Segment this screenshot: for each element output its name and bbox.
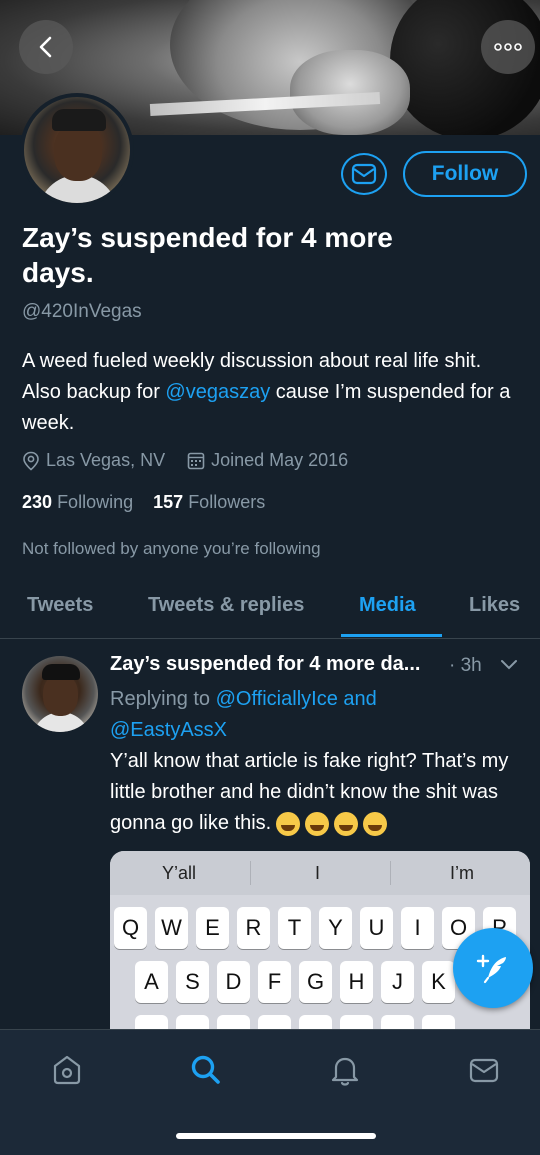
messages-icon [469, 1058, 499, 1083]
key: J [381, 961, 414, 1003]
tweet-text: Y’all know that article is fake right? T… [110, 750, 509, 836]
following-link[interactable]: 230 Following [22, 492, 133, 512]
not-followed-notice: Not followed by anyone you’re following [22, 539, 321, 558]
nav-notifications[interactable] [325, 1050, 365, 1090]
notifications-icon [331, 1057, 359, 1086]
location-text: Las Vegas, NV [46, 450, 166, 470]
replying-to: Replying to @OfficiallyIce and @EastyAss… [110, 688, 377, 741]
key: A [135, 961, 168, 1003]
suggestion: Y’all [162, 863, 197, 883]
profile-handle: @420InVegas [22, 301, 142, 322]
key: F [258, 961, 291, 1003]
laughing-emoji-icon [363, 811, 388, 836]
compose-tweet-button[interactable] [453, 928, 533, 1008]
chevron-down-icon[interactable] [500, 659, 518, 671]
tab-tweets-replies[interactable]: Tweets & replies [148, 594, 304, 617]
profile-name: Zay’s suspended for 4 more days. [22, 222, 393, 288]
search-icon [191, 1055, 220, 1084]
crying-emoji-icon [334, 811, 359, 836]
tweet-time: · 3h [449, 655, 482, 676]
tweet-avatar[interactable] [22, 656, 98, 732]
key: Y [319, 907, 352, 949]
follow-button[interactable]: Follow [403, 151, 527, 197]
tab-likes[interactable]: Likes [469, 594, 520, 617]
bio-mention-link[interactable]: @vegaszay [165, 381, 270, 403]
key: G [299, 961, 332, 1003]
follow-counts: 230 Following 157 Followers [22, 492, 265, 513]
back-arrow-icon [39, 36, 52, 58]
home-indicator[interactable] [176, 1133, 376, 1139]
key: T [278, 907, 311, 949]
active-tab-indicator [341, 634, 442, 637]
more-dots-icon [494, 43, 522, 51]
followers-link[interactable]: 157 Followers [153, 492, 265, 512]
crying-emoji-icon [276, 811, 301, 836]
profile-tabs: Tweets Tweets & replies Media Likes [0, 580, 540, 638]
suggestion: I’m [450, 863, 474, 883]
keyboard-suggestions: Y’all I I’m [110, 851, 530, 895]
key: Q [114, 907, 147, 949]
message-button[interactable] [341, 153, 387, 195]
key: W [155, 907, 188, 949]
profile-bio: A weed fueled weekly discussion about re… [22, 346, 522, 439]
key: U [360, 907, 393, 949]
tweet-header: Zay’s suspended for 4 more da... · 3h [110, 653, 525, 676]
compose-feather-icon [476, 954, 506, 984]
envelope-icon [351, 163, 377, 185]
divider [0, 638, 540, 639]
profile-avatar[interactable] [20, 93, 134, 207]
tab-media[interactable]: Media [359, 594, 416, 617]
key: I [401, 907, 434, 949]
reply-mention-link[interactable]: @EastyAssX [110, 719, 227, 741]
more-options-button[interactable] [481, 20, 535, 74]
calendar-icon [187, 452, 205, 469]
home-icon [53, 1055, 81, 1085]
key: H [340, 961, 373, 1003]
suggestion: I [315, 863, 321, 883]
key: R [237, 907, 270, 949]
key: S [176, 961, 209, 1003]
key: E [196, 907, 229, 949]
nav-search[interactable] [186, 1050, 226, 1090]
reply-mention-link[interactable]: @OfficiallyIce [216, 688, 338, 710]
key: D [217, 961, 250, 1003]
tab-tweets[interactable]: Tweets [27, 594, 93, 617]
profile-meta: Las Vegas, NV Joined May 2016 [22, 450, 370, 471]
back-button[interactable] [19, 20, 73, 74]
joined-text: Joined May 2016 [211, 450, 349, 470]
tweet-author-name[interactable]: Zay’s suspended for 4 more da... [110, 653, 420, 675]
nav-messages[interactable] [464, 1050, 504, 1090]
nav-home[interactable] [47, 1050, 87, 1090]
laughing-emoji-icon [305, 811, 330, 836]
key: K [422, 961, 455, 1003]
location-pin-icon [23, 451, 39, 471]
